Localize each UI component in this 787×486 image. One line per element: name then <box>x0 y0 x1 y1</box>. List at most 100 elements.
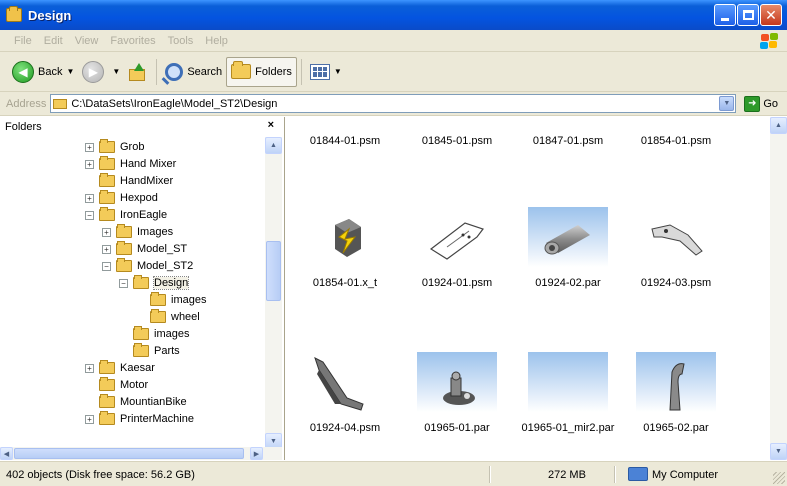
file-item[interactable]: 01847-01.psm <box>509 135 627 147</box>
expand-icon[interactable]: + <box>102 227 111 237</box>
file-item[interactable]: 01854-01.psm <box>617 135 735 147</box>
folder-icon <box>6 6 22 22</box>
folder-tree-item[interactable]: + Images <box>102 224 173 240</box>
search-button[interactable]: Search <box>161 57 226 87</box>
file-thumbnail-icon[interactable] <box>636 207 716 267</box>
file-name: 01965-01.par <box>424 422 490 434</box>
back-arrow-icon: ◀ <box>12 60 34 83</box>
expand-icon[interactable]: + <box>102 244 111 254</box>
file-item[interactable]: 01965-02.par <box>617 422 735 434</box>
folder-tree-item[interactable]: HandMixer <box>85 173 173 189</box>
scroll-down-button[interactable]: ▼ <box>770 443 787 460</box>
expand-icon[interactable]: + <box>85 142 94 152</box>
expand-icon[interactable]: + <box>85 193 94 203</box>
folder-tree-item[interactable]: MountianBike <box>85 394 187 410</box>
expand-icon[interactable]: + <box>85 414 94 424</box>
search-icon <box>165 62 184 81</box>
file-list-vertical-scrollbar[interactable]: ▲ ▼ <box>770 117 787 460</box>
file-name: 01854-01.x_t <box>312 277 378 289</box>
folder-tree-item[interactable]: + Model_ST <box>102 241 187 257</box>
close-folders-pane-button[interactable]: × <box>268 119 274 131</box>
folder-tree-item[interactable]: − Design <box>119 275 190 291</box>
folder-tree-item[interactable]: images <box>136 292 206 308</box>
file-item[interactable]: 01854-01.x_t <box>286 277 404 289</box>
expand-icon[interactable]: + <box>85 159 94 169</box>
file-item[interactable]: 01924-02.par <box>509 277 627 289</box>
file-thumbnail-icon[interactable] <box>305 352 385 412</box>
expand-icon[interactable]: + <box>85 363 94 373</box>
folder-tree-item[interactable]: Motor <box>85 377 148 393</box>
folder-tree-item[interactable]: + Hexpod <box>85 190 158 206</box>
folder-tree-item[interactable]: + PrinterMachine <box>85 411 194 427</box>
folder-tree-item[interactable]: images <box>119 326 189 342</box>
folder-icon <box>99 173 115 187</box>
folder-tree-item[interactable]: + Hand Mixer <box>85 156 176 172</box>
file-thumbnail-icon[interactable] <box>636 352 716 412</box>
up-folder-icon <box>128 62 146 81</box>
back-button[interactable]: ◀ Back ▼ <box>8 57 78 87</box>
folders-button[interactable]: Folders <box>226 56 297 87</box>
scroll-right-button[interactable]: ▶ <box>250 447 263 460</box>
file-thumbnail-icon[interactable] <box>528 207 608 267</box>
folder-tree-vertical-scrollbar[interactable]: ▲ ▼ <box>265 137 282 450</box>
folder-icon <box>99 156 115 170</box>
scroll-thumb[interactable] <box>266 241 281 301</box>
scroll-thumb[interactable] <box>14 448 244 459</box>
file-item[interactable]: 01924-04.psm <box>286 422 404 434</box>
file-thumbnail-icon[interactable] <box>417 207 497 267</box>
menu-edit[interactable]: Edit <box>44 35 63 47</box>
file-thumbnail-icon[interactable] <box>528 352 608 412</box>
address-label: Address <box>6 97 47 110</box>
go-button[interactable]: ➜ Go <box>744 95 778 112</box>
resize-grip[interactable] <box>773 472 785 484</box>
maximize-button[interactable] <box>737 4 759 26</box>
status-size: 272 MB <box>548 469 586 481</box>
folder-tree-label: wheel <box>171 311 200 323</box>
chevron-down-icon: ▼ <box>112 67 121 76</box>
folder-tree-horizontal-scrollbar[interactable]: ◀ ▶ <box>0 447 282 460</box>
scroll-up-button[interactable]: ▲ <box>770 117 787 134</box>
file-item[interactable]: 01845-01.psm <box>398 135 516 147</box>
menu-help[interactable]: Help <box>205 35 228 47</box>
file-item[interactable]: 01924-01.psm <box>398 277 516 289</box>
folder-tree-item[interactable]: − IronEagle <box>85 207 167 223</box>
minimize-button[interactable] <box>714 4 736 26</box>
up-folder-button[interactable] <box>124 57 152 87</box>
folder-tree-item[interactable]: + Grob <box>85 139 144 155</box>
folder-tree-item[interactable]: Parts <box>119 343 180 359</box>
status-divider <box>614 466 616 483</box>
menu-file[interactable]: File <box>14 35 32 47</box>
file-thumbnail-icon[interactable] <box>417 352 497 412</box>
scroll-left-button[interactable]: ◀ <box>0 447 13 460</box>
folder-tree-label: IronEagle <box>120 209 168 221</box>
file-item[interactable]: 01844-01.psm <box>286 135 404 147</box>
toolbar-separator <box>300 58 302 85</box>
menu-view[interactable]: View <box>75 35 99 47</box>
file-item[interactable]: 01965-01.par <box>398 422 516 434</box>
address-dropdown-button[interactable]: ▼ <box>719 96 735 111</box>
file-list-pane: ▲ ▼ 01844-01.psm 01845-01.psm 01847-01.psm… <box>286 117 787 460</box>
file-item[interactable]: 01965-01_mir2.par <box>509 422 627 434</box>
menu-favorites[interactable]: Favorites <box>110 35 155 47</box>
file-item[interactable]: 01924-03.psm <box>617 277 735 289</box>
close-icon: ✕ <box>765 6 777 23</box>
folder-tree-item[interactable]: wheel <box>136 309 200 325</box>
folder-icon <box>99 190 115 204</box>
close-button[interactable]: ✕ <box>760 4 782 26</box>
folder-tree-label: images <box>154 328 190 340</box>
collapse-icon[interactable]: − <box>119 278 128 288</box>
folder-tree-item[interactable]: − Model_ST2 <box>102 258 193 274</box>
file-thumbnail-icon[interactable] <box>305 207 385 267</box>
forward-button[interactable]: ▶ ▼ <box>78 57 124 87</box>
title-bar[interactable]: Design ✕ <box>0 0 787 30</box>
views-button[interactable]: ▼ <box>306 57 346 87</box>
scroll-up-button[interactable]: ▲ <box>265 137 282 154</box>
windows-logo-icon <box>759 32 781 50</box>
collapse-icon[interactable]: − <box>85 210 94 220</box>
folder-icon <box>133 275 149 289</box>
menu-tools[interactable]: Tools <box>168 35 194 47</box>
folder-icon <box>133 326 149 340</box>
collapse-icon[interactable]: − <box>102 261 111 271</box>
address-field[interactable]: C:\DataSets\IronEagle\Model_ST2\Design ▼ <box>50 94 737 113</box>
folder-tree-item[interactable]: + Kaesar <box>85 360 155 376</box>
